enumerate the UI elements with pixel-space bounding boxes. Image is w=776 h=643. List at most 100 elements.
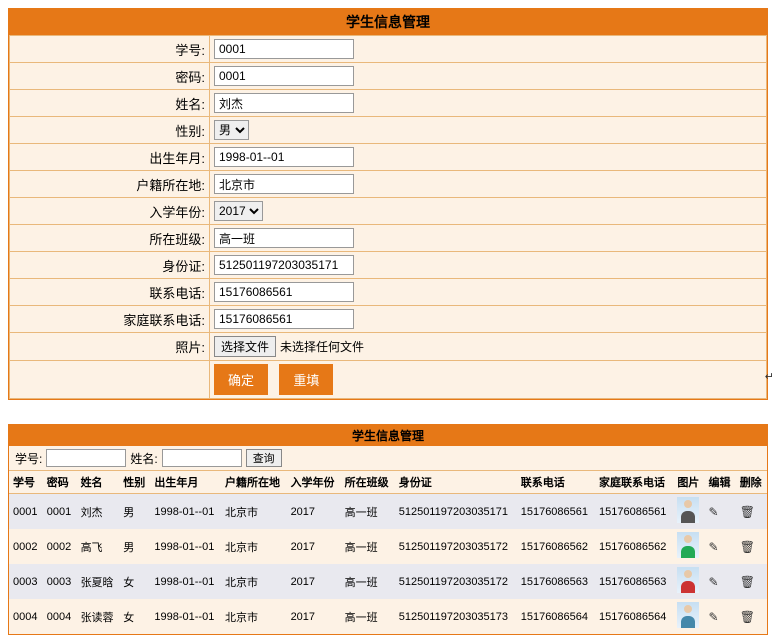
label-birth: 出生年月: [10, 144, 210, 171]
label-photo: 照片: [10, 333, 210, 361]
label-idcard: 身份证: [10, 252, 210, 279]
cell-name: 刘杰 [77, 494, 120, 530]
input-phone[interactable] [214, 282, 354, 302]
col-header: 姓名 [77, 471, 120, 494]
search-button[interactable]: 查询 [246, 449, 282, 467]
cell-pwd: 0001 [43, 494, 77, 530]
search-name-input[interactable] [162, 449, 242, 467]
cell-id: 0004 [9, 599, 43, 634]
select-enroll[interactable]: 2017 [214, 201, 263, 221]
delete-icon[interactable]: 🗑 [740, 575, 755, 589]
cell-phone: 15176086563 [517, 564, 595, 599]
return-icon: ↵ [765, 370, 774, 383]
cell-phone: 15176086561 [517, 494, 595, 530]
cell-enroll: 2017 [287, 494, 341, 530]
delete-icon[interactable]: 🗑 [740, 540, 755, 554]
cell-enroll: 2017 [287, 599, 341, 634]
cell-residence: 北京市 [221, 529, 287, 564]
label-pwd: 密码: [10, 63, 210, 90]
cell-home_phone: 15176086562 [595, 529, 673, 564]
label-gender: 性别: [10, 117, 210, 144]
cell-name: 张夏晗 [77, 564, 120, 599]
col-header: 所在班级 [341, 471, 395, 494]
cell-phone: 15176086562 [517, 529, 595, 564]
search-bar: 学号: 姓名: 查询 [9, 446, 767, 471]
label-residence: 户籍所在地: [10, 171, 210, 198]
list-panel: 学生信息管理 学号: 姓名: 查询 学号密码姓名性别出生年月户籍所在地入学年份所… [8, 424, 768, 635]
cell-idcard: 512501197203035173 [395, 599, 517, 634]
input-birth[interactable] [214, 147, 354, 167]
col-header: 学号 [9, 471, 43, 494]
edit-icon[interactable]: ✎ [709, 540, 719, 554]
cell-gender: 男 [119, 494, 150, 530]
table-row: 00010001刘杰男1998-01--01北京市2017高一班51250119… [9, 494, 767, 530]
cell-gender: 女 [119, 564, 150, 599]
list-title: 学生信息管理 [9, 425, 767, 446]
edit-icon[interactable]: ✎ [709, 575, 719, 589]
search-name-label: 姓名: [130, 450, 157, 467]
submit-button[interactable]: 确定 [214, 364, 268, 395]
cell-residence: 北京市 [221, 494, 287, 530]
form-title: 学生信息管理 [9, 9, 767, 35]
input-pwd[interactable] [214, 66, 354, 86]
file-choose-button[interactable]: 选择文件 [214, 336, 276, 357]
cell-birth: 1998-01--01 [150, 599, 221, 634]
cell-birth: 1998-01--01 [150, 494, 221, 530]
cell-id: 0003 [9, 564, 43, 599]
cell-enroll: 2017 [287, 529, 341, 564]
cell-name: 张读蓉 [77, 599, 120, 634]
cell-home_phone: 15176086561 [595, 494, 673, 530]
search-id-input[interactable] [46, 449, 126, 467]
input-id[interactable] [214, 39, 354, 59]
photo-thumb [677, 497, 699, 523]
input-idcard[interactable] [214, 255, 354, 275]
label-name: 姓名: [10, 90, 210, 117]
cell-residence: 北京市 [221, 564, 287, 599]
col-header: 身份证 [395, 471, 517, 494]
col-header: 性别 [119, 471, 150, 494]
cell-name: 高飞 [77, 529, 120, 564]
col-header: 出生年月 [150, 471, 221, 494]
col-header: 户籍所在地 [221, 471, 287, 494]
select-gender[interactable]: 男 [214, 120, 249, 140]
col-header: 入学年份 [287, 471, 341, 494]
label-home-phone: 家庭联系电话: [10, 306, 210, 333]
col-header: 图片 [673, 471, 704, 494]
reset-button[interactable]: 重填 [279, 364, 333, 395]
label-class: 所在班级: [10, 225, 210, 252]
cell-gender: 女 [119, 599, 150, 634]
cell-gender: 男 [119, 529, 150, 564]
search-id-label: 学号: [15, 450, 42, 467]
delete-icon[interactable]: 🗑 [740, 610, 755, 624]
form-panel: 学生信息管理 学号: 密码: 姓名: 性别: 男 出生年月: 户籍所在地 [8, 8, 768, 400]
col-header: 联系电话 [517, 471, 595, 494]
edit-icon[interactable]: ✎ [709, 610, 719, 624]
cell-enroll: 2017 [287, 564, 341, 599]
delete-icon[interactable]: 🗑 [740, 505, 755, 519]
input-class[interactable] [214, 228, 354, 248]
cell-pwd: 0002 [43, 529, 77, 564]
table-row: 00030003张夏晗女1998-01--01北京市2017高一班5125011… [9, 564, 767, 599]
input-home-phone[interactable] [214, 309, 354, 329]
data-table: 学号密码姓名性别出生年月户籍所在地入学年份所在班级身份证联系电话家庭联系电话图片… [9, 471, 767, 634]
cell-id: 0002 [9, 529, 43, 564]
cell-pwd: 0003 [43, 564, 77, 599]
table-row: 00040004张读蓉女1998-01--01北京市2017高一班5125011… [9, 599, 767, 634]
photo-thumb [677, 602, 699, 628]
label-enroll: 入学年份: [10, 198, 210, 225]
input-name[interactable] [214, 93, 354, 113]
col-header: 密码 [43, 471, 77, 494]
edit-icon[interactable]: ✎ [709, 505, 719, 519]
cell-idcard: 512501197203035171 [395, 494, 517, 530]
cell-birth: 1998-01--01 [150, 564, 221, 599]
cell-pwd: 0004 [43, 599, 77, 634]
col-header: 家庭联系电话 [595, 471, 673, 494]
cell-home_phone: 15176086563 [595, 564, 673, 599]
cell-class: 高一班 [341, 599, 395, 634]
label-phone: 联系电话: [10, 279, 210, 306]
input-residence[interactable] [214, 174, 354, 194]
cell-idcard: 512501197203035172 [395, 529, 517, 564]
cell-class: 高一班 [341, 564, 395, 599]
cell-idcard: 512501197203035172 [395, 564, 517, 599]
cell-class: 高一班 [341, 494, 395, 530]
